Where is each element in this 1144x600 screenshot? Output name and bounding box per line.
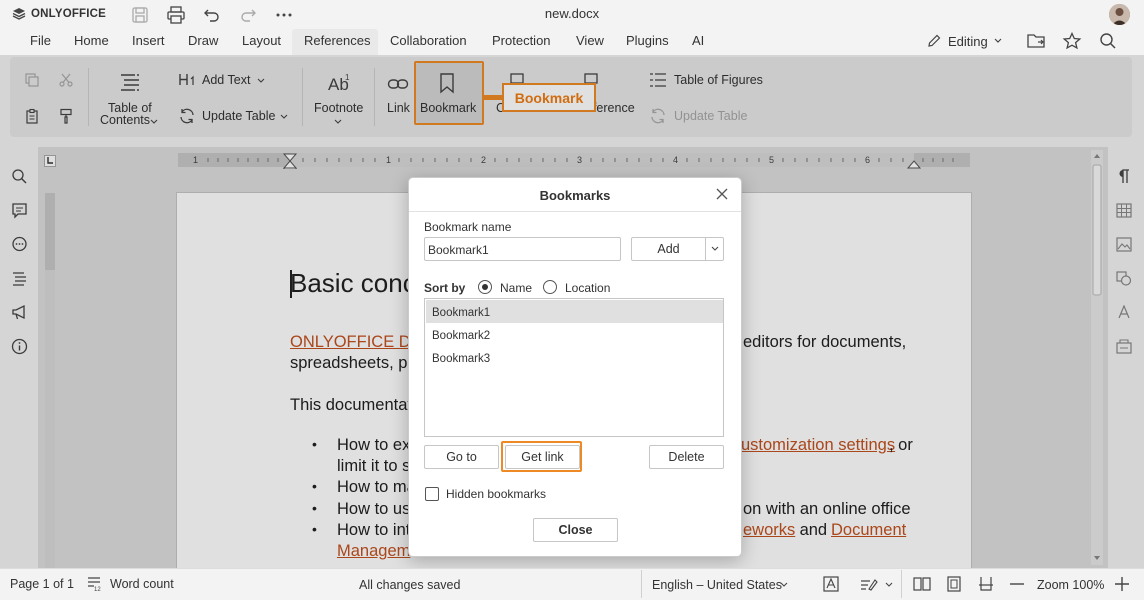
- status-separator: [901, 570, 902, 598]
- chevron-down-icon: [780, 582, 788, 588]
- page-indicator[interactable]: Page 1 of 1: [10, 577, 74, 591]
- sort-name-label[interactable]: Name: [500, 281, 532, 295]
- status-separator: [641, 570, 642, 598]
- list-item[interactable]: Bookmark3: [426, 346, 723, 369]
- menu-view[interactable]: View: [576, 33, 604, 48]
- search-icon[interactable]: [1099, 32, 1117, 50]
- menu-draw[interactable]: Draw: [188, 33, 218, 48]
- spell-check-icon[interactable]: [823, 576, 840, 592]
- bookmarks-dialog: Bookmarks Bookmark name Bookmark1 Add So…: [408, 177, 742, 557]
- hidden-bookmarks-checkbox[interactable]: [425, 487, 439, 501]
- add-button-label: Add: [657, 242, 680, 256]
- menu-plugins[interactable]: Plugins: [626, 33, 669, 48]
- document-title: new.docx: [544, 6, 600, 21]
- fit-width-icon[interactable]: [978, 576, 994, 592]
- editing-mode-dropdown[interactable]: Editing: [926, 33, 1002, 49]
- pencil-icon: [928, 34, 941, 47]
- menu-ai[interactable]: AI: [692, 33, 704, 48]
- sort-name-radio[interactable]: [478, 280, 492, 294]
- close-button[interactable]: Close: [533, 518, 618, 542]
- zoom-level[interactable]: Zoom 100%: [1037, 578, 1104, 592]
- open-file-location-icon[interactable]: [1026, 32, 1046, 50]
- save-status: All changes saved: [359, 578, 461, 592]
- multi-page-view-icon[interactable]: [913, 576, 931, 592]
- list-item[interactable]: Bookmark1: [426, 300, 723, 323]
- menu-layout[interactable]: Layout: [242, 33, 281, 48]
- chevron-down-icon[interactable]: [711, 246, 719, 252]
- bookmark-name-input[interactable]: Bookmark1: [424, 237, 621, 261]
- language-selector[interactable]: English – United States: [652, 578, 782, 592]
- chevron-down-icon: [885, 582, 893, 588]
- word-count-icon: 12: [87, 576, 103, 591]
- zoom-out-icon[interactable]: [1010, 583, 1024, 585]
- editing-label: Editing: [948, 33, 988, 49]
- go-to-button[interactable]: Go to: [424, 445, 499, 469]
- dialog-title: Bookmarks: [539, 188, 611, 203]
- sort-location-label[interactable]: Location: [565, 281, 610, 295]
- hidden-bookmarks-label[interactable]: Hidden bookmarks: [446, 487, 546, 501]
- menu-insert[interactable]: Insert: [132, 33, 165, 48]
- menu-collaboration[interactable]: Collaboration: [390, 33, 467, 48]
- sort-location-radio[interactable]: [543, 280, 557, 294]
- menu-file[interactable]: File: [30, 33, 51, 48]
- chevron-down-icon: [994, 38, 1002, 43]
- user-avatar[interactable]: [1109, 4, 1130, 25]
- split-divider: [705, 238, 706, 260]
- menu-references[interactable]: References: [304, 33, 370, 48]
- favorite-star-icon[interactable]: [1062, 32, 1082, 50]
- menu-home[interactable]: Home: [74, 33, 109, 48]
- close-icon[interactable]: [716, 188, 728, 200]
- zoom-in-icon[interactable]: [1115, 577, 1129, 591]
- fit-page-icon[interactable]: [946, 576, 962, 592]
- get-link-highlight-box: [501, 441, 582, 472]
- list-item[interactable]: Bookmark2: [426, 323, 723, 346]
- track-changes-icon[interactable]: [860, 577, 880, 591]
- word-count-label[interactable]: Word count: [110, 577, 174, 591]
- bookmarks-list[interactable]: Bookmark1 Bookmark2 Bookmark3: [424, 298, 724, 437]
- menu-protection[interactable]: Protection: [492, 33, 551, 48]
- bookmark-name-label: Bookmark name: [424, 220, 512, 234]
- delete-button[interactable]: Delete: [649, 445, 724, 469]
- svg-text:12: 12: [94, 587, 101, 591]
- sort-by-label: Sort by: [424, 281, 466, 295]
- add-button[interactable]: Add: [631, 237, 724, 261]
